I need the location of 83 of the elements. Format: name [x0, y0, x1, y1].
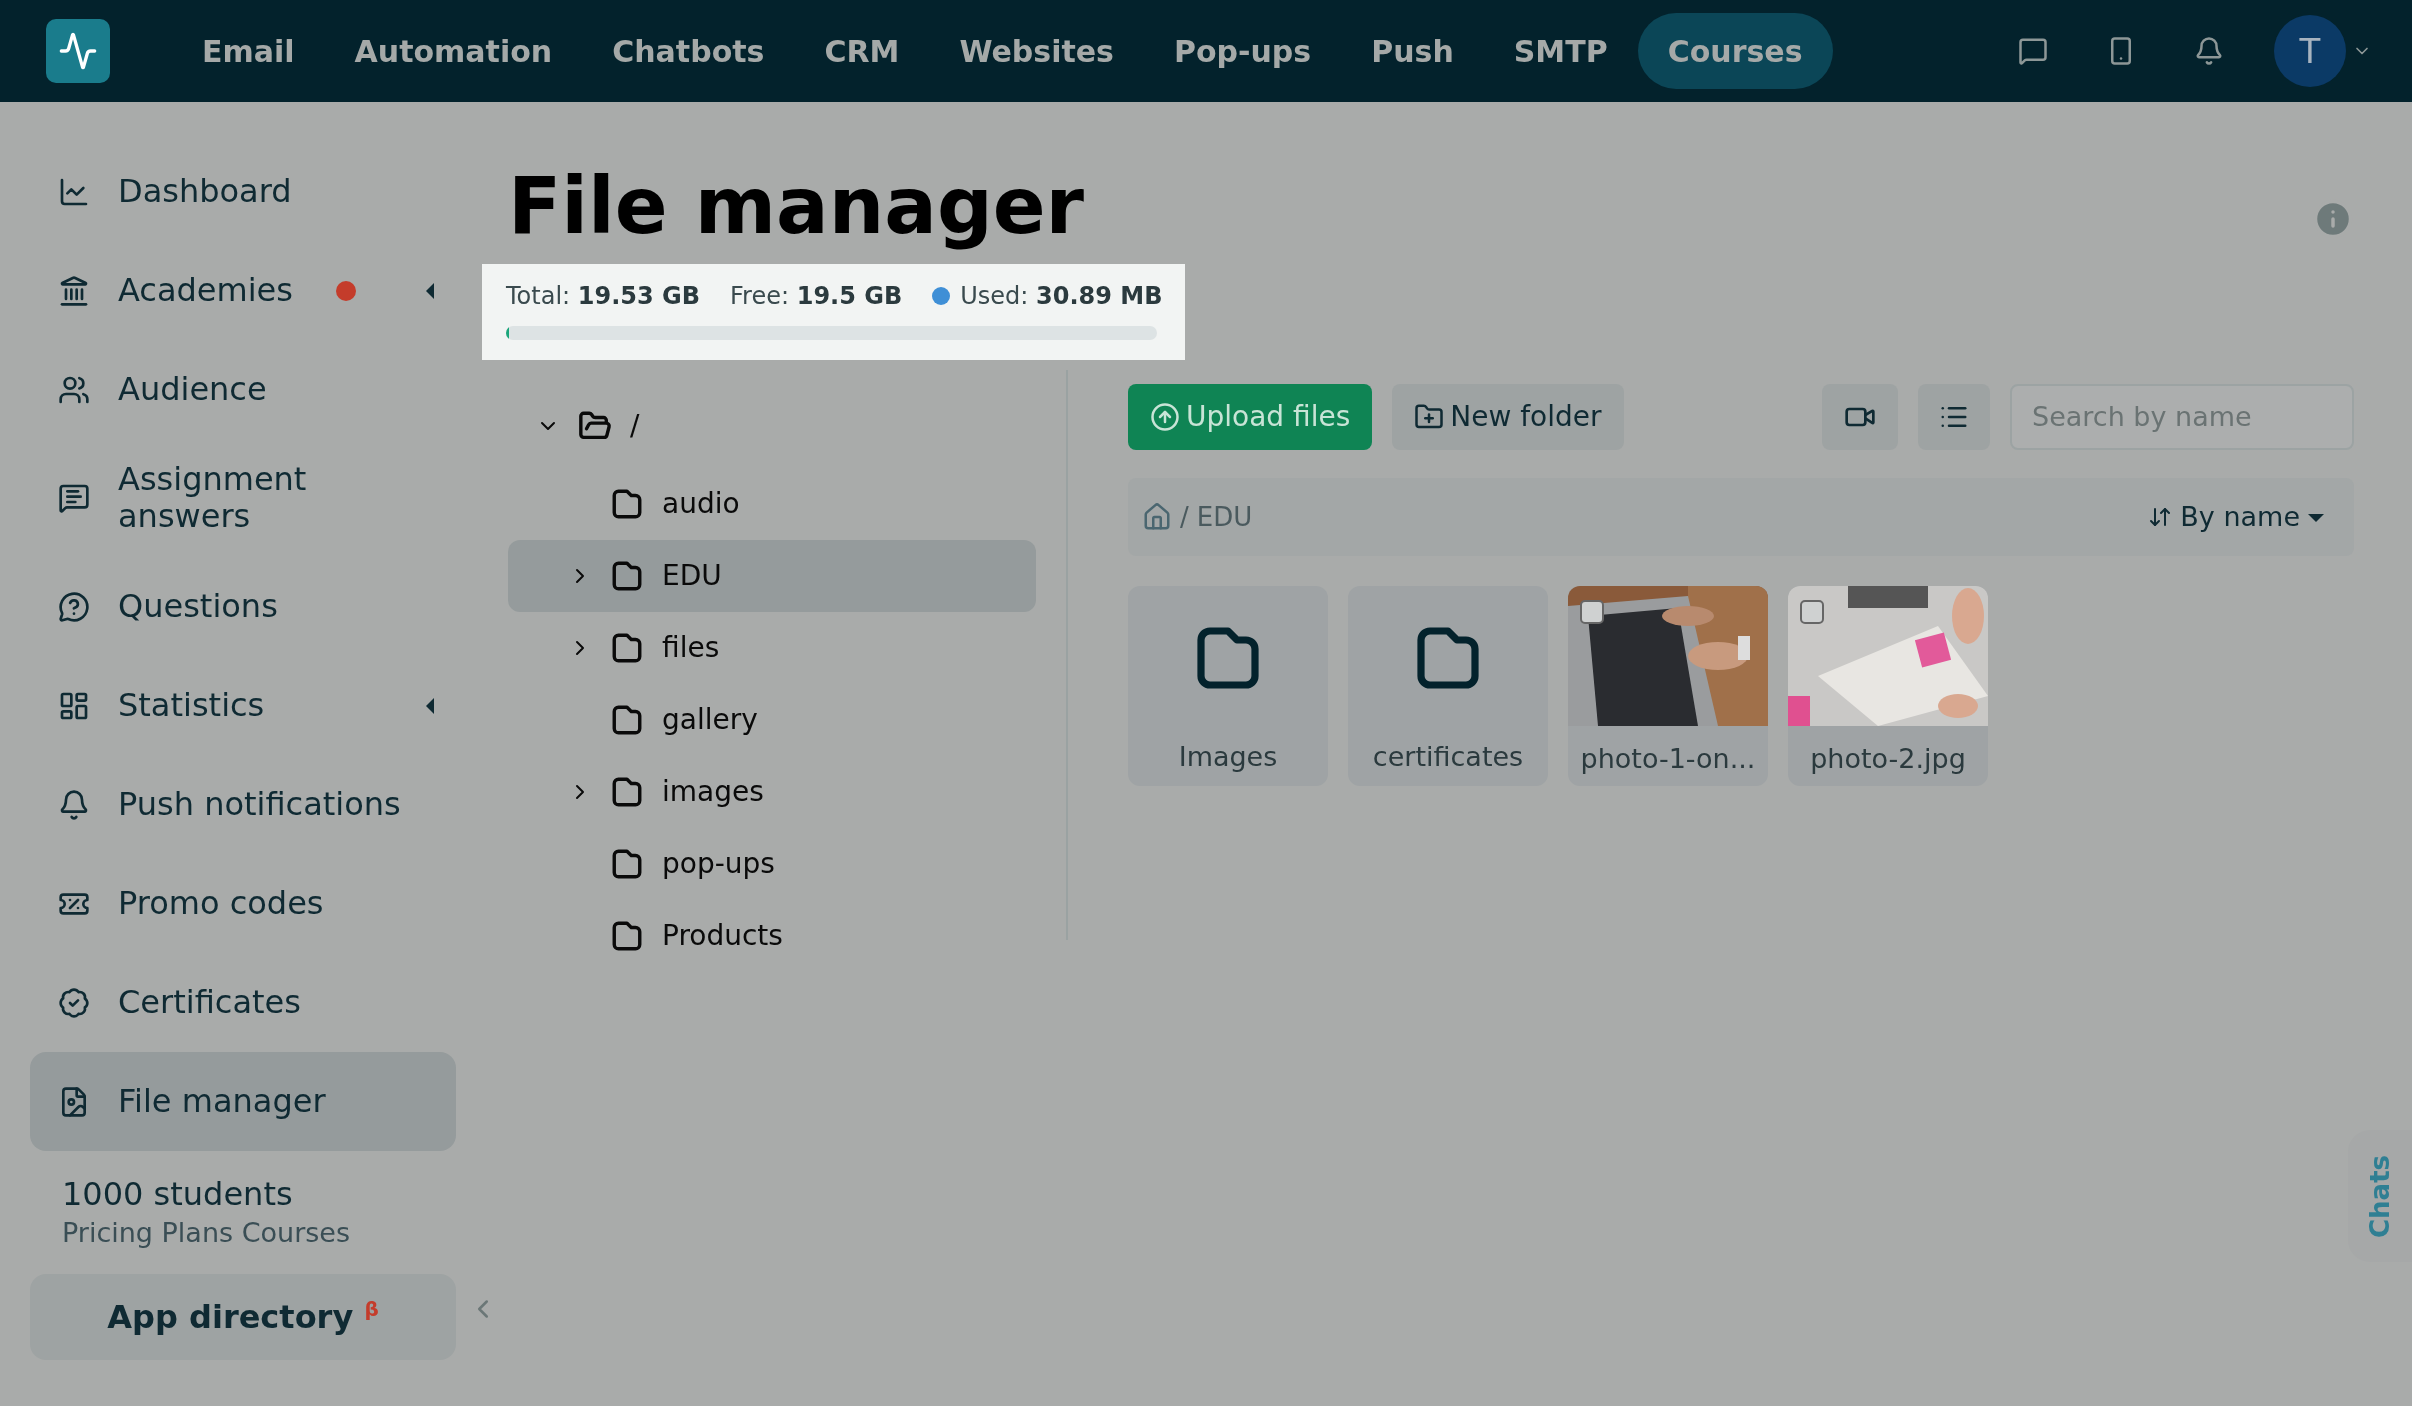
- tree-label: Products: [662, 919, 783, 953]
- caret-icon: [2308, 511, 2324, 522]
- file-name: certificates: [1372, 740, 1524, 774]
- tree-item[interactable]: audio: [508, 467, 1036, 540]
- sidebar-item[interactable]: Audience: [30, 340, 456, 439]
- sidebar-label: Push notifications: [118, 786, 402, 823]
- tree-label: EDU: [662, 559, 722, 593]
- sidebar-item[interactable]: Questions: [30, 557, 456, 656]
- tree-label: pop-ups: [662, 847, 775, 881]
- caret-icon[interactable]: [424, 697, 436, 714]
- tree-label: files: [662, 631, 720, 665]
- sidebar-label: File manager: [118, 1083, 327, 1120]
- tree-item[interactable]: EDU: [508, 539, 1036, 612]
- question-icon: [58, 590, 90, 623]
- new-folder-button[interactable]: New folder: [1392, 383, 1624, 450]
- nav-tab[interactable]: Automation: [324, 13, 583, 89]
- sidebar-item[interactable]: Assignment answers: [30, 439, 456, 557]
- image-card[interactable]: photo-1-on...: [1568, 585, 1768, 786]
- plan-subtitle: Pricing Plans Courses: [62, 1217, 351, 1248]
- caret-icon[interactable]: [424, 282, 436, 299]
- app-directory-button[interactable]: App directory $^{β}$: [30, 1274, 456, 1360]
- search-field[interactable]: Search by name: [2010, 383, 2354, 450]
- sort-button[interactable]: By name: [2142, 500, 2330, 534]
- checkbox[interactable]: [1580, 599, 1604, 624]
- badge-icon: [58, 986, 90, 1019]
- tree-item[interactable]: files: [508, 611, 1036, 684]
- bell-icon: [58, 788, 90, 821]
- nav-tab[interactable]: Pop-ups: [1143, 13, 1342, 89]
- sidebar-label: Questions: [118, 588, 279, 625]
- home-icon[interactable]: [1142, 501, 1172, 532]
- video-button[interactable]: [1822, 383, 1898, 450]
- user-avatar[interactable]: T: [2274, 15, 2346, 87]
- sidebar-item[interactable]: Dashboard: [30, 142, 456, 241]
- message-icon: [58, 482, 90, 514]
- notifications-icon[interactable]: [2194, 36, 2224, 66]
- sidebar-item[interactable]: Push notifications: [30, 755, 456, 854]
- sidebar-label: Statistics: [118, 687, 266, 724]
- tree-root[interactable]: /: [508, 383, 1036, 468]
- tree-item[interactable]: gallery: [508, 683, 1036, 756]
- nav-tab[interactable]: Websites: [929, 13, 1144, 89]
- tree-item[interactable]: pop-ups: [508, 827, 1036, 900]
- nav-tab[interactable]: SMTP: [1483, 13, 1638, 89]
- tree-label: /: [630, 409, 640, 443]
- upload-icon: [1150, 401, 1180, 432]
- sidebar-item[interactable]: Certificates: [30, 953, 456, 1052]
- tree-label: gallery: [662, 703, 758, 737]
- sidebar-item[interactable]: Promo codes: [30, 854, 456, 953]
- image-card[interactable]: photo-2.jpg: [1788, 585, 1988, 786]
- nav-tab[interactable]: Push: [1341, 13, 1484, 89]
- sidebar-label: Assignment answers: [118, 461, 308, 535]
- page-title: File manager: [508, 164, 1085, 250]
- storage-stat: Free: 19.5 GB: [730, 281, 903, 310]
- sidebar-item[interactable]: Academies: [30, 241, 456, 340]
- sidebar-item[interactable]: Statistics: [30, 656, 456, 755]
- nav-tab[interactable]: CRM: [794, 13, 930, 89]
- tree-item[interactable]: images: [508, 755, 1036, 828]
- chat-icon[interactable]: [2018, 36, 2048, 66]
- folder-card[interactable]: certificates: [1348, 585, 1548, 786]
- building-icon: [58, 274, 90, 307]
- breadcrumb-separator: /: [1180, 501, 1189, 532]
- file-name: photo-2.jpg: [1810, 742, 1966, 776]
- sidebar-label: Certificates: [118, 984, 302, 1021]
- nav-tab[interactable]: Courses: [1637, 13, 1833, 89]
- sidebar-label: Audience: [118, 371, 268, 408]
- sidebar-item[interactable]: File manager: [30, 1052, 456, 1151]
- file-name: Images: [1178, 740, 1278, 774]
- file-name: photo-1-on...: [1580, 742, 1756, 776]
- upload-button[interactable]: Upload files: [1128, 383, 1373, 450]
- nav-tab[interactable]: Chatbots: [582, 13, 795, 89]
- sidebar-label: Promo codes: [118, 885, 325, 922]
- plan-title: 1000 students: [62, 1175, 294, 1213]
- list-button[interactable]: [1918, 383, 1990, 450]
- folder-card[interactable]: Images: [1128, 585, 1328, 786]
- sidebar-label: Dashboard: [118, 173, 293, 210]
- tree-label: images: [662, 775, 764, 809]
- sidebar-label: Academies: [118, 272, 294, 309]
- nav-tab[interactable]: Email: [172, 13, 325, 89]
- logo-icon[interactable]: [46, 19, 110, 83]
- checkbox[interactable]: [1800, 599, 1824, 624]
- tree-item[interactable]: Products: [508, 899, 1036, 972]
- storage-stat: Used: 30.89 MB: [960, 281, 1163, 310]
- storage-stat: Total: 19.53 GB: [506, 281, 701, 310]
- tree-label: audio: [662, 487, 740, 521]
